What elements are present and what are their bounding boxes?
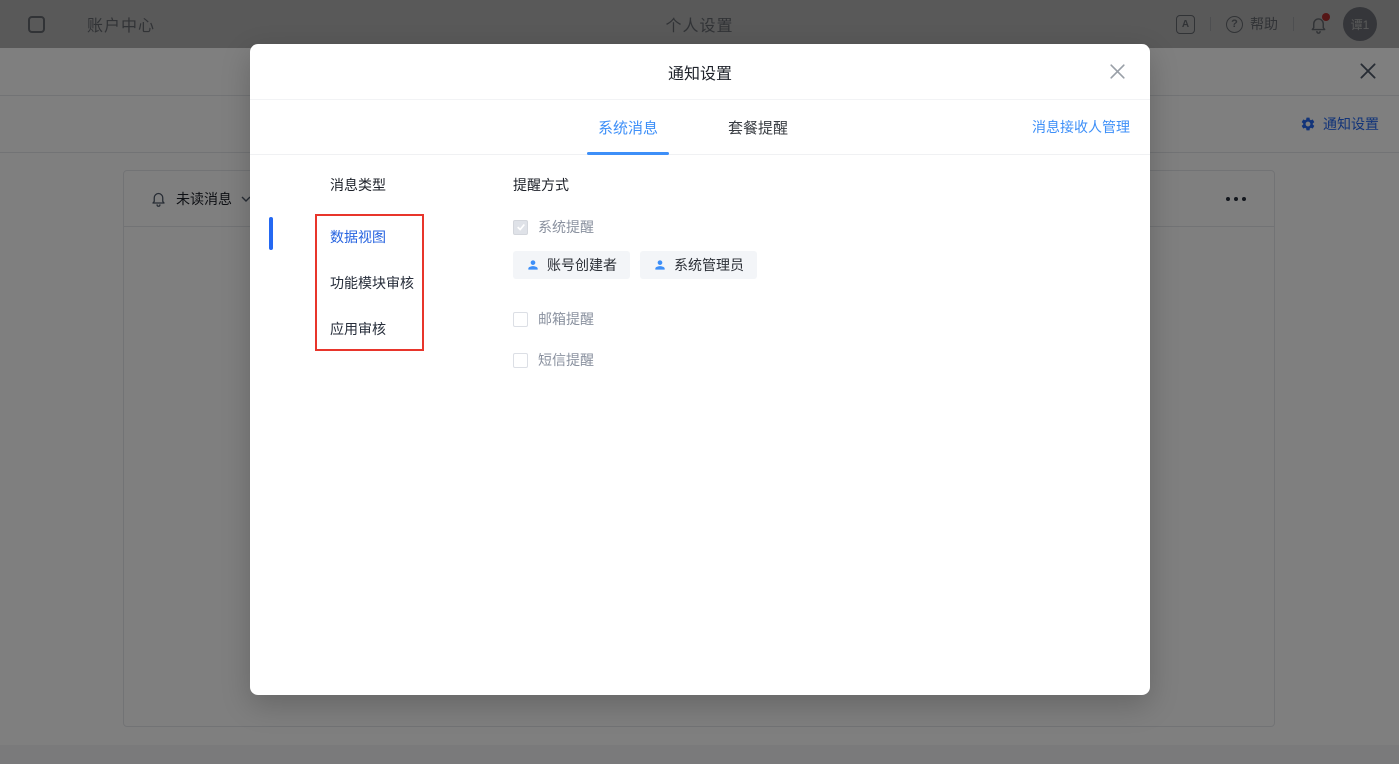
tab-package-reminders[interactable]: 套餐提醒 (728, 100, 788, 154)
modal-title: 通知设置 (668, 60, 732, 84)
checkbox-email-reminder[interactable] (513, 312, 528, 327)
recipient-tag-account-creator[interactable]: 账号创建者 (513, 251, 630, 279)
menu-item-app-review[interactable]: 应用审核 (330, 319, 386, 339)
active-item-indicator (269, 217, 273, 250)
recipient-tag-label: 账号创建者 (547, 255, 617, 275)
modal-header: 通知设置 (250, 44, 1150, 100)
modal-tab-bar: 系统消息 套餐提醒 消息接收人管理 (250, 100, 1150, 155)
checkbox-system-reminder[interactable] (513, 220, 528, 235)
modal-body: 消息类型 数据视图 功能模块审核 应用审核 提醒方式 系统提醒 账号创建者 (250, 155, 1150, 693)
recipient-tag-system-admin[interactable]: 系统管理员 (640, 251, 757, 279)
recipient-tag-label: 系统管理员 (674, 255, 744, 275)
person-icon (653, 258, 667, 272)
option-system-reminder[interactable]: 系统提醒 (513, 217, 594, 237)
check-icon (516, 222, 526, 232)
system-reminder-label: 系统提醒 (538, 217, 594, 237)
sms-reminder-label: 短信提醒 (538, 350, 594, 370)
checkbox-sms-reminder[interactable] (513, 353, 528, 368)
modal-close-button[interactable] (1107, 61, 1128, 82)
notification-settings-modal: 通知设置 系统消息 套餐提醒 消息接收人管理 消息类型 数据视图 功能模块审核 … (250, 44, 1150, 695)
manage-recipients-link[interactable]: 消息接收人管理 (1032, 100, 1130, 154)
option-sms-reminder[interactable]: 短信提醒 (513, 350, 594, 370)
option-email-reminder[interactable]: 邮箱提醒 (513, 309, 594, 329)
menu-item-module-review[interactable]: 功能模块审核 (330, 273, 414, 293)
close-icon (1107, 61, 1128, 82)
recipient-tags: 账号创建者 系统管理员 (513, 251, 757, 279)
message-types-header: 消息类型 (330, 175, 386, 195)
email-reminder-label: 邮箱提醒 (538, 309, 594, 329)
menu-item-data-view[interactable]: 数据视图 (330, 227, 386, 247)
person-icon (526, 258, 540, 272)
remind-methods-header: 提醒方式 (513, 175, 569, 195)
tab-system-messages[interactable]: 系统消息 (598, 100, 658, 154)
